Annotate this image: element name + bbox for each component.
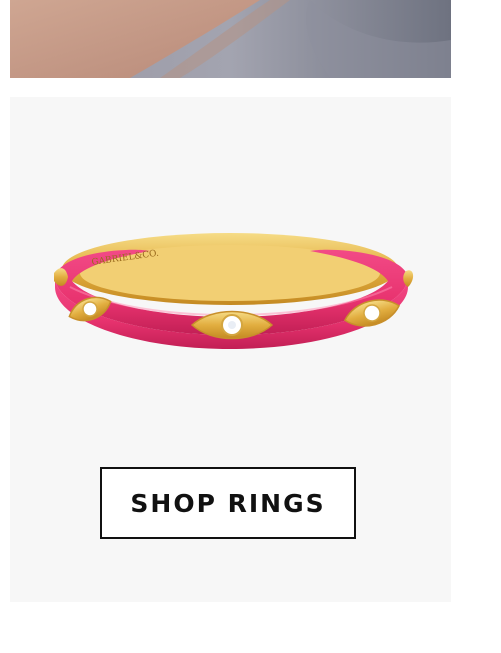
shop-rings-label: SHOP RINGS	[130, 488, 326, 518]
pink-enamel-ring[interactable]: GABRIEL&CO.	[10, 207, 451, 387]
shop-rings-button[interactable]: SHOP RINGS	[100, 467, 356, 539]
model-hand-photo	[10, 0, 451, 78]
product-card[interactable]: GABRIEL&CO. SHOP RINGS	[10, 97, 451, 602]
